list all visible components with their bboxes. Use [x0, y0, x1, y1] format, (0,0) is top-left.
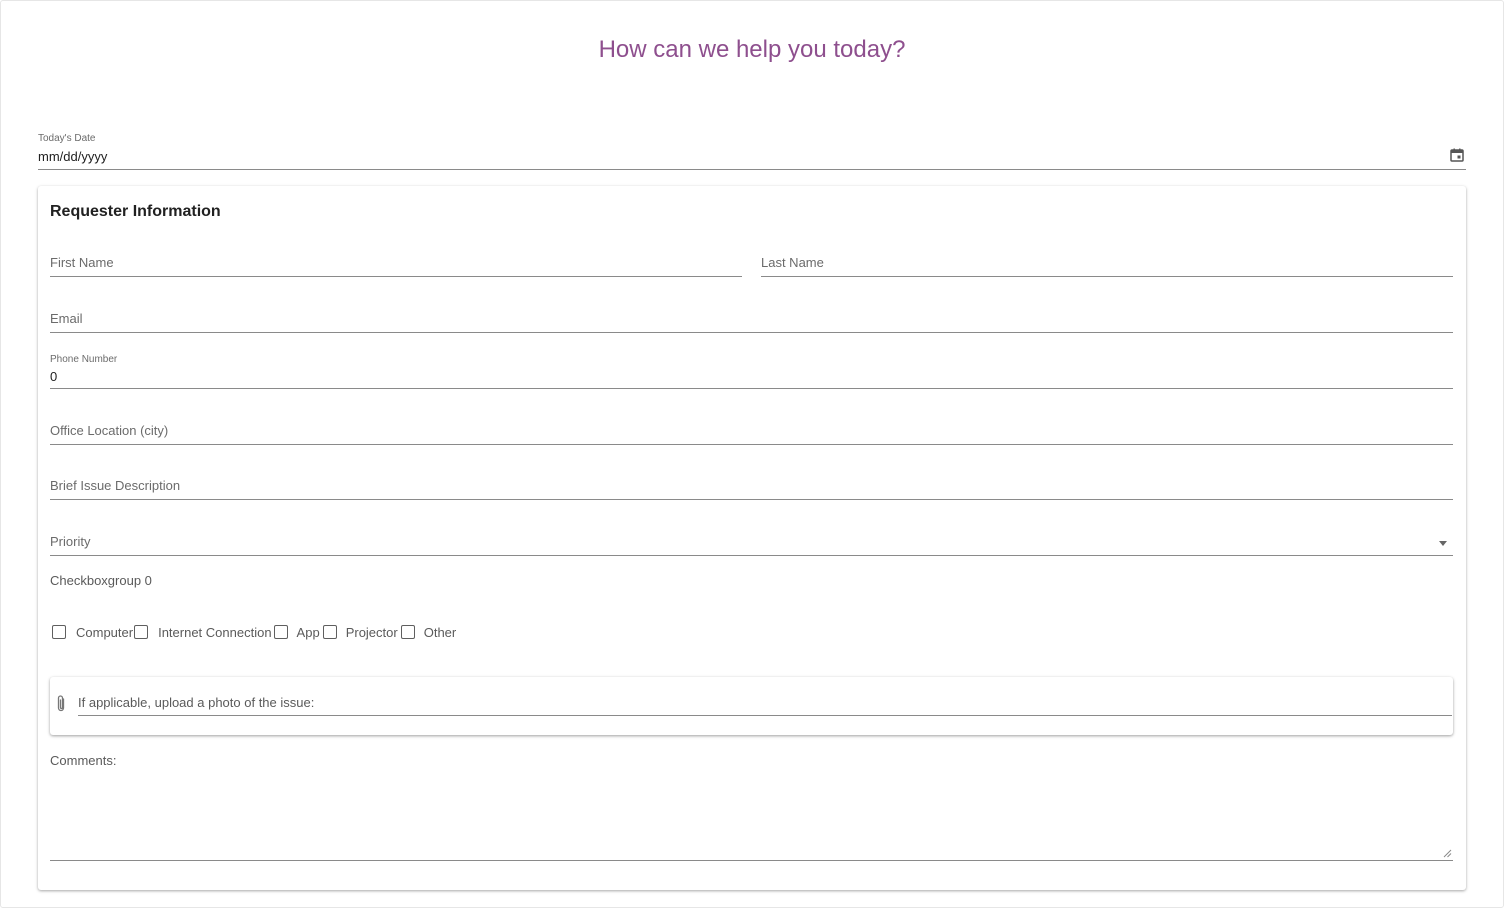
checkbox-box[interactable] — [134, 625, 149, 639]
checkbox-app[interactable]: App — [273, 624, 320, 640]
comments-textarea[interactable]: Comments: — [50, 753, 1453, 861]
resize-handle-icon[interactable] — [1443, 849, 1452, 858]
priority-select[interactable]: Priority — [50, 528, 1453, 556]
priority-placeholder: Priority — [50, 534, 91, 549]
comments-label: Comments: — [50, 753, 117, 768]
chevron-down-icon[interactable] — [1439, 541, 1447, 546]
phone-number-field[interactable]: Phone Number 0 — [50, 354, 1453, 389]
email-placeholder: Email — [50, 311, 83, 326]
checkbox-internet-connection[interactable]: Internet Connection — [134, 624, 272, 640]
checkbox-box[interactable] — [322, 625, 337, 639]
last-name-placeholder: Last Name — [761, 255, 824, 270]
checkbox-label[interactable]: Internet Connection — [158, 625, 271, 640]
first-name-placeholder: First Name — [50, 255, 114, 270]
calendar-icon[interactable] — [1450, 148, 1464, 162]
checkbox-group: Computer Internet Connection App Project… — [52, 624, 456, 640]
checkbox-box[interactable] — [400, 625, 415, 639]
checkbox-label[interactable]: Projector — [346, 625, 398, 640]
todays-date-value[interactable]: mm/dd/yyyy — [38, 149, 107, 164]
card-title: Requester Information — [50, 203, 221, 220]
phone-number-value[interactable]: 0 — [50, 369, 57, 384]
todays-date-field[interactable]: Today's Date mm/dd/yyyy — [38, 133, 1466, 170]
checkbox-projector[interactable]: Projector — [322, 624, 398, 640]
paperclip-icon[interactable] — [55, 694, 67, 714]
upload-input[interactable]: If applicable, upload a photo of the iss… — [78, 687, 1452, 716]
requester-information-card: Requester Information First Name Last Na… — [38, 186, 1466, 890]
photo-upload[interactable]: If applicable, upload a photo of the iss… — [50, 677, 1453, 735]
checkbox-label[interactable]: App — [297, 625, 320, 640]
checkbox-other[interactable]: Other — [400, 624, 457, 640]
upload-label: If applicable, upload a photo of the iss… — [78, 695, 315, 710]
phone-number-label: Phone Number — [50, 354, 118, 365]
issue-description-field[interactable]: Brief Issue Description — [50, 472, 1453, 500]
checkbox-box[interactable] — [273, 625, 288, 639]
office-location-field[interactable]: Office Location (city) — [50, 417, 1453, 445]
last-name-field[interactable]: Last Name — [761, 249, 1453, 277]
checkbox-box[interactable] — [52, 625, 66, 639]
office-location-placeholder: Office Location (city) — [50, 423, 169, 438]
todays-date-label: Today's Date — [38, 133, 96, 144]
email-field[interactable]: Email — [50, 305, 1453, 333]
page-title: How can we help you today? — [598, 36, 906, 63]
first-name-field[interactable]: First Name — [50, 249, 742, 277]
checkbox-label[interactable]: Computer — [76, 625, 133, 640]
checkbox-computer[interactable]: Computer — [52, 624, 133, 640]
issue-description-placeholder: Brief Issue Description — [50, 478, 181, 493]
checkbox-group-label: Checkboxgroup 0 — [50, 573, 152, 588]
checkbox-label[interactable]: Other — [424, 625, 457, 640]
